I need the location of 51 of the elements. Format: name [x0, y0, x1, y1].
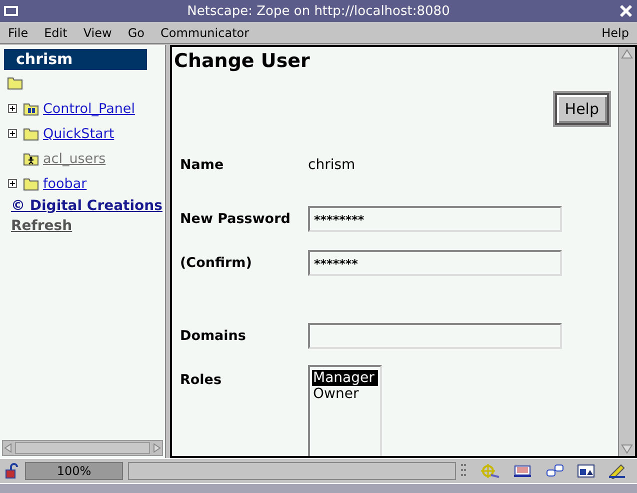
vertical-scrollbar[interactable] — [618, 47, 635, 456]
folder-icon — [23, 126, 39, 141]
password-field[interactable]: ******* — [308, 250, 562, 276]
tree-link[interactable]: QuickStart — [43, 126, 114, 142]
lock-icon[interactable] — [4, 463, 20, 479]
role-option[interactable]: Owner — [312, 386, 378, 402]
credit-link[interactable]: © Digital Creations — [11, 198, 165, 214]
scroll-right-icon[interactable] — [152, 443, 162, 453]
field-label: Roles — [180, 372, 222, 388]
scroll-up-icon[interactable] — [619, 47, 635, 61]
menu-item[interactable]: View — [75, 26, 120, 40]
refresh-link[interactable]: Refresh — [11, 218, 165, 234]
scroll-left-icon[interactable] — [3, 443, 13, 453]
grip-icon — [461, 463, 466, 479]
folder-icon — [7, 75, 23, 90]
pencil-icon[interactable] — [607, 463, 627, 479]
menu-item[interactable]: Edit — [36, 26, 76, 40]
menu-item[interactable]: Go — [120, 26, 152, 40]
scroll-down-icon[interactable] — [619, 442, 635, 456]
role-option[interactable]: Manager — [312, 370, 378, 386]
composer-icon[interactable] — [577, 463, 595, 479]
user-folder-icon — [23, 151, 39, 166]
field-label: Name — [180, 157, 225, 173]
compass-icon[interactable] — [479, 463, 501, 479]
menu-item[interactable]: File — [0, 26, 36, 40]
user-header: chrism — [4, 49, 147, 70]
domains-field[interactable] — [308, 323, 562, 349]
tree-link[interactable]: foobar — [43, 176, 87, 192]
folder-icon — [23, 176, 39, 191]
control-panel-icon — [23, 101, 39, 116]
horizontal-scrollbar[interactable] — [2, 440, 163, 456]
page-title: Change User — [174, 50, 310, 72]
menu-item[interactable]: Communicator — [152, 26, 258, 40]
tree-link[interactable]: Control_Panel — [43, 100, 135, 116]
close-icon[interactable] — [619, 4, 633, 18]
help-button[interactable]: Help — [554, 93, 609, 125]
field-label: (Confirm) — [180, 255, 253, 271]
field-label: Domains — [180, 328, 247, 344]
window-title: Netscape: Zope on http://localhost:8080 — [187, 4, 450, 18]
name-value: chrism — [308, 157, 356, 173]
tree-link[interactable]: acl_users — [43, 150, 106, 166]
zoom-level: 100% — [25, 462, 123, 480]
mail-icon[interactable] — [513, 463, 533, 479]
expand-icon[interactable] — [8, 104, 17, 113]
password-field[interactable]: ******** — [308, 206, 562, 232]
window-menu-icon[interactable] — [4, 6, 18, 16]
menu-item[interactable]: Help — [594, 26, 637, 40]
chat-icon[interactable] — [545, 463, 565, 479]
expand-icon[interactable] — [8, 179, 17, 188]
field-label: New Password — [180, 211, 292, 227]
expand-icon[interactable] — [8, 129, 17, 138]
